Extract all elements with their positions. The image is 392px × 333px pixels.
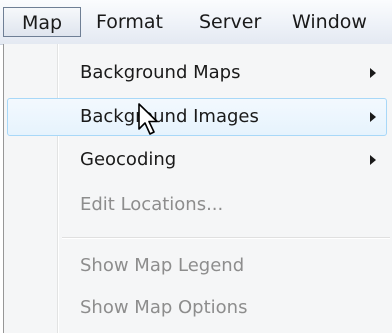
menu-item-show-map-options[interactable]: Show Map Options [7, 289, 387, 327]
menu-bar: Map Format Server Window [0, 0, 392, 45]
map-dropdown-menu: Background Maps Background Images Geocod… [3, 44, 392, 333]
menu-item-label: Background Maps [80, 62, 241, 83]
submenu-arrow-icon [370, 155, 376, 165]
menu-server[interactable]: Server [199, 7, 261, 37]
menu-item-label: Edit Locations... [80, 194, 224, 215]
menu-item-edit-locations[interactable]: Edit Locations... [7, 186, 387, 224]
menu-item-background-images[interactable]: Background Images [7, 98, 387, 136]
menu-item-show-map-legend[interactable]: Show Map Legend [7, 247, 387, 285]
submenu-arrow-icon [370, 68, 376, 78]
menu-item-label: Show Map Legend [80, 255, 245, 276]
menu-item-label: Background Images [80, 106, 259, 127]
menu-item-label: Geocoding [80, 149, 177, 170]
menu-map[interactable]: Map [3, 7, 81, 37]
menu-window[interactable]: Window [292, 7, 367, 37]
menu-item-background-maps[interactable]: Background Maps [7, 54, 387, 92]
menu-item-label: Show Map Options [80, 297, 248, 318]
menu-item-geocoding[interactable]: Geocoding [7, 141, 387, 179]
menu-separator [62, 237, 390, 239]
submenu-arrow-icon [370, 112, 376, 122]
menu-format[interactable]: Format [96, 7, 163, 37]
